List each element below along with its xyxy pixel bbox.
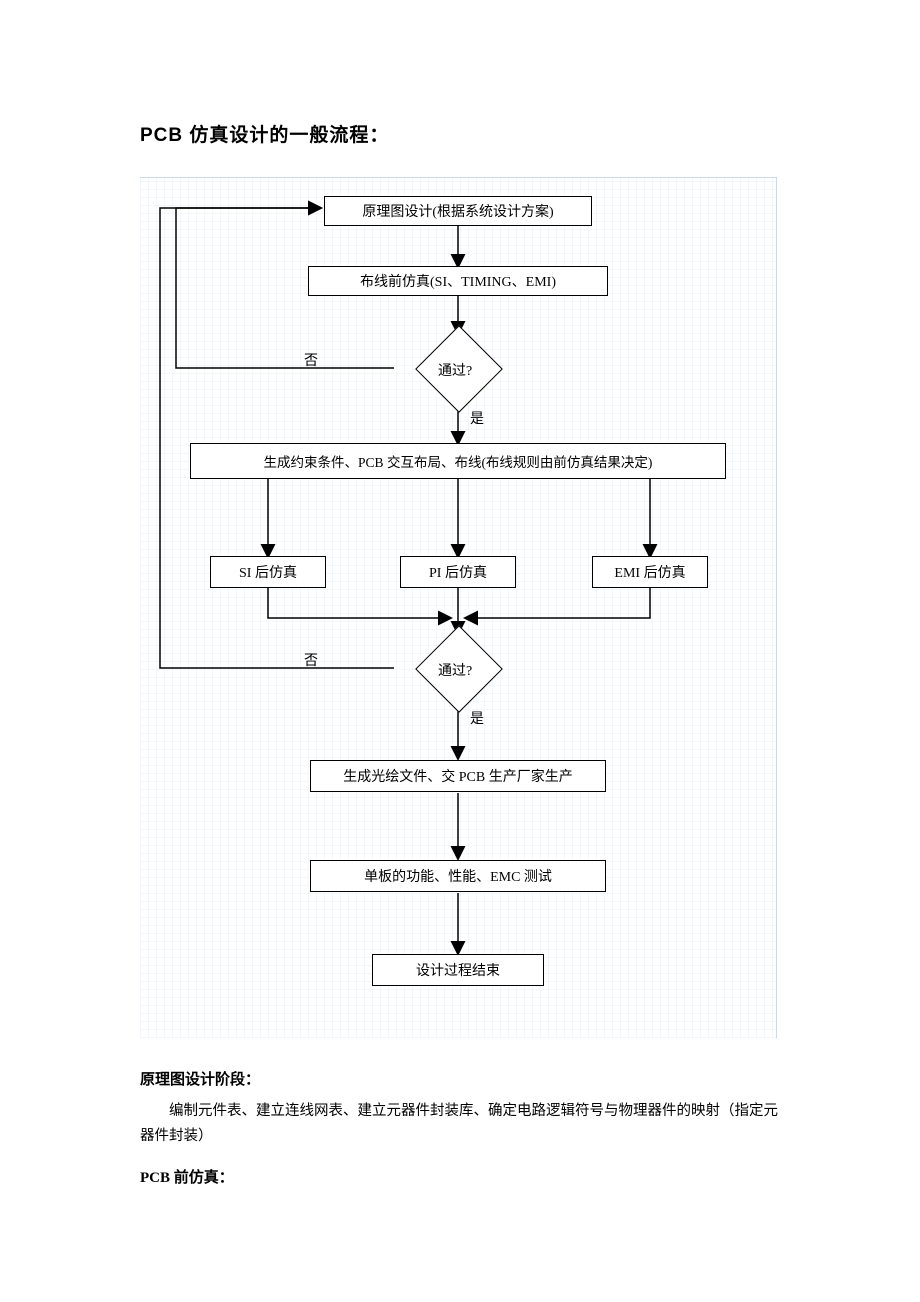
edge-label-yes-2: 是: [470, 708, 484, 728]
edge-label-no-2: 否: [304, 650, 318, 670]
decision-pass-1: [415, 325, 503, 413]
edge-label-no-1: 否: [304, 350, 318, 370]
section-schematic-title: 原理图设计阶段：: [140, 1068, 780, 1089]
node-end: 设计过程结束: [372, 954, 544, 986]
decision-pass-2: [415, 625, 503, 713]
flowchart-diagram: 原理图设计(根据系统设计方案) 布线前仿真(SI、TIMING、EMI) 通过?…: [140, 177, 777, 1038]
edge-label-yes-1: 是: [470, 408, 484, 428]
node-constraints-pcb: 生成约束条件、PCB 交互布局、布线(布线规则由前仿真结果决定): [190, 443, 726, 479]
node-si-post-sim: SI 后仿真: [210, 556, 326, 588]
section-schematic-body: 编制元件表、建立连线网表、建立元器件封装库、确定电路逻辑符号与物理器件的映射（指…: [140, 1099, 780, 1148]
node-board-test: 单板的功能、性能、EMC 测试: [310, 860, 606, 892]
section-presim-title: PCB 前仿真：: [140, 1166, 780, 1187]
page-title: PCB 仿真设计的一般流程：: [140, 120, 780, 147]
node-pre-route-sim: 布线前仿真(SI、TIMING、EMI): [308, 266, 608, 296]
node-emi-post-sim: EMI 后仿真: [592, 556, 708, 588]
node-schematic-design: 原理图设计(根据系统设计方案): [324, 196, 592, 226]
node-pi-post-sim: PI 后仿真: [400, 556, 516, 588]
node-gerber: 生成光绘文件、交 PCB 生产厂家生产: [310, 760, 606, 792]
